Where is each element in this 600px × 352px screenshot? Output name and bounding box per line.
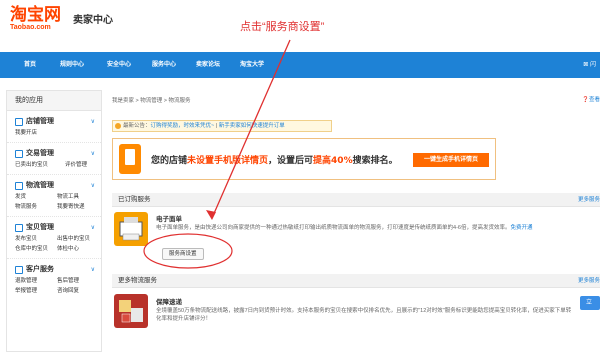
nav-home[interactable]: 首页 (24, 52, 36, 78)
phone-icon (119, 144, 141, 174)
sidebar-group-shop: 店铺管理 ∨ 我要开店 (7, 111, 101, 143)
chevron-down-icon[interactable]: ∨ (91, 266, 95, 273)
breadcrumb: 我是卖家 > 物流管理 > 物流服务 (112, 98, 191, 104)
logo-text-en: Taobao.com (10, 24, 51, 31)
sidebar-link[interactable]: 举报管理 (15, 286, 57, 296)
sidebar-link[interactable]: 出售中的宝贝 (57, 234, 99, 244)
nav-rules[interactable]: 规则中心 (60, 52, 84, 78)
sidebar: 我的应用 店铺管理 ∨ 我要开店 交易管理 ∨ 已卖出的宝贝 评价管理 物流管理… (6, 90, 102, 352)
nav-security[interactable]: 安全中心 (107, 52, 131, 78)
sidebar-group-head[interactable]: 店铺管理 (15, 116, 101, 128)
notice-prefix: 最新公告： (123, 123, 151, 129)
sidebar-group-head[interactable]: 宝贝管理 (15, 222, 101, 234)
service-name: 电子面单 (156, 216, 182, 223)
service-description-text: 电子面单服务，是由快递公司向商家提供的一种通过热敏纸打印输出纸质物流面单的物流服… (156, 225, 511, 231)
main-content: 我是卖家 > 物流管理 > 物流服务 ❓查看 最新公告：订购得奖励，时效来凭优~… (108, 90, 600, 352)
sidebar-group-title: 物流管理 (26, 182, 54, 189)
sidebar-link[interactable]: 物流服务 (15, 202, 57, 212)
notice-link[interactable]: 订购得奖励，时效来凭优~ (151, 123, 215, 129)
service-name: 保障速递 (156, 299, 182, 306)
sidebar-group-items: 宝贝管理 ∨ 发布宝贝 出售中的宝贝 仓库中的宝贝 体检中心 (7, 217, 101, 259)
sidebar-link[interactable]: 退款管理 (15, 276, 57, 286)
logistics-icon (15, 182, 23, 190)
printer-icon (119, 217, 143, 241)
nav-service[interactable]: 服务中心 (152, 52, 176, 78)
taobao-logo[interactable]: 淘宝网 Taobao.com (10, 6, 61, 32)
e-waybill-thumbnail (114, 212, 148, 246)
sidebar-link[interactable]: 售后管理 (57, 276, 99, 286)
nav-right-link[interactable]: ⊠ 闪 (583, 52, 596, 78)
banner-highlight: 提高40% (313, 156, 353, 166)
sidebar-group-customer: 客户服务 ∨ 退款管理 售后管理 举报管理 咨询回复 (7, 259, 101, 300)
nav-forum[interactable]: 卖家论坛 (196, 52, 220, 78)
sidebar-group-trade: 交易管理 ∨ 已卖出的宝贝 评价管理 (7, 143, 101, 175)
activate-free-link[interactable]: 免费开通 (510, 225, 532, 231)
sidebar-group-head[interactable]: 交易管理 (15, 148, 101, 160)
help-label: 查看 (588, 97, 600, 103)
mobile-detail-banner: 您的店铺未设置手机版详情页，设置后可提高40%搜索排名。 一键生成手机详情页 (112, 138, 496, 180)
section-title: 已订购服务 (118, 196, 151, 203)
sidebar-link[interactable]: 已卖出的宝贝 (15, 160, 65, 170)
more-services-link[interactable]: 更多服务 (578, 193, 600, 207)
more-logistics-header: 更多物流服务 更多服务 (112, 274, 600, 288)
customer-icon (15, 266, 23, 274)
service-description: 全境覆盖50万条物流配送线路，披露7日内到货预计时效。支持本服务的宝贝在搜索中仅… (156, 308, 572, 322)
sidebar-group-head[interactable]: 客户服务 (15, 264, 101, 276)
banner-text-part: ，设置后可 (268, 156, 314, 166)
ordered-services-header: 已订购服务 更多服务 (112, 193, 600, 207)
chevron-down-icon[interactable]: ∨ (91, 150, 95, 157)
chevron-down-icon[interactable]: ∨ (91, 224, 95, 231)
banner-text-part: 搜索排名。 (352, 156, 398, 166)
logo-text-cn: 淘宝网 (10, 5, 61, 25)
sidebar-group-title: 店铺管理 (26, 118, 54, 125)
service-description: 电子面单服务，是由快递公司向商家提供的一种通过热敏纸打印输出纸质物流面单的物流服… (156, 224, 596, 232)
sidebar-title: 我的应用 (7, 91, 101, 111)
sidebar-group-title: 交易管理 (26, 150, 54, 157)
trade-icon (15, 150, 23, 158)
shop-icon (15, 118, 23, 126)
more-services-link[interactable]: 更多服务 (578, 274, 600, 288)
notice-bar: 最新公告：订购得奖励，时效来凭优~ | 新手卖家如何快速提升订单 (112, 120, 332, 132)
guaranteed-delivery-thumbnail (114, 294, 148, 328)
service-provider-settings-button[interactable]: 服务商设置 (162, 248, 204, 260)
sidebar-group-head[interactable]: 物流管理 (15, 180, 101, 192)
nav-university[interactable]: 淘宝大学 (240, 52, 264, 78)
sidebar-group-title: 宝贝管理 (26, 224, 54, 231)
sidebar-link[interactable]: 发货 (15, 192, 57, 202)
top-nav: 首页 规则中心 安全中心 服务中心 卖家论坛 淘宝大学 ⊠ 闪 (0, 52, 600, 78)
question-icon: ❓ (582, 97, 589, 103)
flash-icon: ⊠ (583, 62, 590, 68)
banner-text: 您的店铺未设置手机版详情页，设置后可提高40%搜索排名。 (151, 153, 398, 166)
generate-mobile-detail-button[interactable]: 一键生成手机详情页 (413, 153, 489, 167)
sidebar-link[interactable]: 我要开店 (15, 128, 57, 138)
sidebar-group-title: 客户服务 (26, 266, 54, 273)
help-link[interactable]: ❓查看 (582, 95, 600, 103)
notice-icon (115, 123, 121, 129)
sidebar-link[interactable]: 发布宝贝 (15, 234, 57, 244)
activate-now-button[interactable]: 立即 (580, 296, 600, 320)
sidebar-link[interactable]: 我要寄快递 (57, 202, 99, 212)
annotation-label: 点击“服务商设置” (240, 21, 325, 33)
notice-link[interactable]: 新手卖家如何快速提升订单 (219, 123, 285, 129)
sidebar-link[interactable]: 咨询回复 (57, 286, 99, 296)
nav-right-label: 闪 (589, 62, 596, 68)
sidebar-link[interactable]: 物流工具 (57, 192, 99, 202)
sidebar-link[interactable]: 体检中心 (57, 244, 99, 254)
chevron-down-icon[interactable]: ∨ (91, 182, 95, 189)
sidebar-group-logistics: 物流管理 ∨ 发货 物流工具 物流服务 我要寄快递 (7, 175, 101, 217)
page-title: 卖家中心 (73, 15, 113, 26)
item-icon (15, 224, 23, 232)
chevron-down-icon[interactable]: ∨ (91, 118, 95, 125)
header: 淘宝网 Taobao.com 卖家中心 点击“服务商设置” (0, 0, 600, 48)
banner-text-part: 您的店铺 (151, 156, 188, 166)
section-title: 更多物流服务 (118, 277, 157, 284)
sidebar-link[interactable]: 仓库中的宝贝 (15, 244, 57, 254)
package-icon (119, 300, 143, 323)
sidebar-link[interactable]: 评价管理 (65, 160, 99, 170)
banner-highlight: 未设置手机版详情页 (187, 156, 269, 166)
